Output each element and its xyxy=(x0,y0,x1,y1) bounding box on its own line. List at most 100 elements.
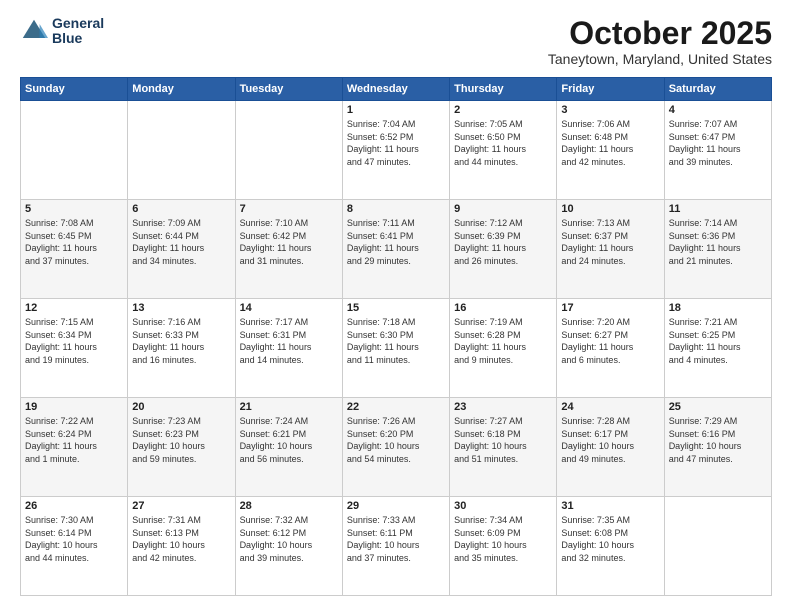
day-info: Sunrise: 7:26 AM Sunset: 6:20 PM Dayligh… xyxy=(347,415,445,465)
calendar-cell: 9Sunrise: 7:12 AM Sunset: 6:39 PM Daylig… xyxy=(450,200,557,299)
day-number: 2 xyxy=(454,104,552,116)
weekday-header-tuesday: Tuesday xyxy=(235,78,342,101)
weekday-header-wednesday: Wednesday xyxy=(342,78,449,101)
day-info: Sunrise: 7:07 AM Sunset: 6:47 PM Dayligh… xyxy=(669,118,767,168)
calendar-cell: 30Sunrise: 7:34 AM Sunset: 6:09 PM Dayli… xyxy=(450,497,557,596)
day-info: Sunrise: 7:18 AM Sunset: 6:30 PM Dayligh… xyxy=(347,316,445,366)
day-info: Sunrise: 7:10 AM Sunset: 6:42 PM Dayligh… xyxy=(240,217,338,267)
day-info: Sunrise: 7:24 AM Sunset: 6:21 PM Dayligh… xyxy=(240,415,338,465)
day-info: Sunrise: 7:31 AM Sunset: 6:13 PM Dayligh… xyxy=(132,514,230,564)
location: Taneytown, Maryland, United States xyxy=(548,51,772,67)
calendar-cell: 8 Sunrise: 7:11 AM Sunset: 6:41 PM Daylig… xyxy=(342,200,449,299)
day-number: 15 xyxy=(347,302,445,314)
week-row-0: 1Sunrise: 7:04 AM Sunset: 6:52 PM Daylig… xyxy=(21,101,772,200)
calendar-header: SundayMondayTuesdayWednesdayThursdayFrid… xyxy=(21,78,772,101)
day-info: Sunrise: 7:33 AM Sunset: 6:11 PM Dayligh… xyxy=(347,514,445,564)
day-info: Sunrise: 7:14 AM Sunset: 6:36 PM Dayligh… xyxy=(669,217,767,267)
day-info: Sunrise: 7:21 AM Sunset: 6:25 PM Dayligh… xyxy=(669,316,767,366)
calendar-cell: 2 Sunrise: 7:05 AM Sunset: 6:50 PM Daylig… xyxy=(450,101,557,200)
day-number: 19 xyxy=(25,401,123,413)
calendar-cell: 20 Sunrise: 7:23 AM Sunset: 6:23 PM Dayli… xyxy=(128,398,235,497)
calendar-cell xyxy=(21,101,128,200)
day-number: 12 xyxy=(25,302,123,314)
calendar-cell: 17 Sunrise: 7:20 AM Sunset: 6:27 PM Dayli… xyxy=(557,299,664,398)
calendar-cell: 28Sunrise: 7:32 AM Sunset: 6:12 PM Dayli… xyxy=(235,497,342,596)
month-title: October 2025 xyxy=(548,16,772,51)
day-number: 4 xyxy=(669,104,767,116)
day-number: 17 xyxy=(561,302,659,314)
day-info: Sunrise: 7:30 AM Sunset: 6:14 PM Dayligh… xyxy=(25,514,123,564)
page: General Blue October 2025 Taneytown, Mar… xyxy=(0,0,792,612)
calendar-cell: 7 Sunrise: 7:10 AM Sunset: 6:42 PM Daylig… xyxy=(235,200,342,299)
day-info: Sunrise: 7:22 AM Sunset: 6:24 PM Dayligh… xyxy=(25,415,123,465)
calendar-body: 1Sunrise: 7:04 AM Sunset: 6:52 PM Daylig… xyxy=(21,101,772,596)
calendar-table: SundayMondayTuesdayWednesdayThursdayFrid… xyxy=(20,77,772,596)
weekday-header-monday: Monday xyxy=(128,78,235,101)
day-info: Sunrise: 7:35 AM Sunset: 6:08 PM Dayligh… xyxy=(561,514,659,564)
calendar-cell: 1Sunrise: 7:04 AM Sunset: 6:52 PM Daylig… xyxy=(342,101,449,200)
day-info: Sunrise: 7:32 AM Sunset: 6:12 PM Dayligh… xyxy=(240,514,338,564)
calendar-cell: 4 Sunrise: 7:07 AM Sunset: 6:47 PM Daylig… xyxy=(664,101,771,200)
calendar-cell: 15 Sunrise: 7:18 AM Sunset: 6:30 PM Dayli… xyxy=(342,299,449,398)
logo-line2: Blue xyxy=(52,31,104,46)
day-number: 24 xyxy=(561,401,659,413)
day-info: Sunrise: 7:27 AM Sunset: 6:18 PM Dayligh… xyxy=(454,415,552,465)
weekday-header-sunday: Sunday xyxy=(21,78,128,101)
calendar-cell: 19 Sunrise: 7:22 AM Sunset: 6:24 PM Dayli… xyxy=(21,398,128,497)
logo-line1: General xyxy=(52,16,104,31)
calendar-cell: 18 Sunrise: 7:21 AM Sunset: 6:25 PM Dayli… xyxy=(664,299,771,398)
calendar-cell: 11 Sunrise: 7:14 AM Sunset: 6:36 PM Dayli… xyxy=(664,200,771,299)
logo-icon xyxy=(20,17,48,45)
day-number: 20 xyxy=(132,401,230,413)
day-number: 22 xyxy=(347,401,445,413)
header: General Blue October 2025 Taneytown, Mar… xyxy=(20,16,772,67)
logo-text: General Blue xyxy=(52,16,104,47)
day-number: 30 xyxy=(454,500,552,512)
day-info: Sunrise: 7:04 AM Sunset: 6:52 PM Dayligh… xyxy=(347,118,445,168)
calendar-cell: 22 Sunrise: 7:26 AM Sunset: 6:20 PM Dayli… xyxy=(342,398,449,497)
day-number: 10 xyxy=(561,203,659,215)
day-info: Sunrise: 7:05 AM Sunset: 6:50 PM Dayligh… xyxy=(454,118,552,168)
calendar-cell: 29 Sunrise: 7:33 AM Sunset: 6:11 PM Dayli… xyxy=(342,497,449,596)
day-info: Sunrise: 7:08 AM Sunset: 6:45 PM Dayligh… xyxy=(25,217,123,267)
day-info: Sunrise: 7:19 AM Sunset: 6:28 PM Dayligh… xyxy=(454,316,552,366)
day-number: 9 xyxy=(454,203,552,215)
day-number: 7 xyxy=(240,203,338,215)
calendar-cell: 31 Sunrise: 7:35 AM Sunset: 6:08 PM Dayli… xyxy=(557,497,664,596)
logo: General Blue xyxy=(20,16,104,47)
calendar-cell: 13Sunrise: 7:16 AM Sunset: 6:33 PM Dayli… xyxy=(128,299,235,398)
day-number: 26 xyxy=(25,500,123,512)
week-row-4: 26 Sunrise: 7:30 AM Sunset: 6:14 PM Dayli… xyxy=(21,497,772,596)
calendar-cell: 14Sunrise: 7:17 AM Sunset: 6:31 PM Dayli… xyxy=(235,299,342,398)
calendar-cell: 25Sunrise: 7:29 AM Sunset: 6:16 PM Dayli… xyxy=(664,398,771,497)
day-number: 5 xyxy=(25,203,123,215)
day-info: Sunrise: 7:20 AM Sunset: 6:27 PM Dayligh… xyxy=(561,316,659,366)
calendar-cell: 5 Sunrise: 7:08 AM Sunset: 6:45 PM Daylig… xyxy=(21,200,128,299)
day-number: 3 xyxy=(561,104,659,116)
day-number: 23 xyxy=(454,401,552,413)
day-info: Sunrise: 7:13 AM Sunset: 6:37 PM Dayligh… xyxy=(561,217,659,267)
day-info: Sunrise: 7:23 AM Sunset: 6:23 PM Dayligh… xyxy=(132,415,230,465)
day-info: Sunrise: 7:15 AM Sunset: 6:34 PM Dayligh… xyxy=(25,316,123,366)
week-row-1: 5 Sunrise: 7:08 AM Sunset: 6:45 PM Daylig… xyxy=(21,200,772,299)
day-number: 31 xyxy=(561,500,659,512)
calendar-cell: 21Sunrise: 7:24 AM Sunset: 6:21 PM Dayli… xyxy=(235,398,342,497)
day-info: Sunrise: 7:16 AM Sunset: 6:33 PM Dayligh… xyxy=(132,316,230,366)
day-number: 14 xyxy=(240,302,338,314)
weekday-row: SundayMondayTuesdayWednesdayThursdayFrid… xyxy=(21,78,772,101)
day-number: 11 xyxy=(669,203,767,215)
day-number: 29 xyxy=(347,500,445,512)
weekday-header-thursday: Thursday xyxy=(450,78,557,101)
calendar-cell: 6Sunrise: 7:09 AM Sunset: 6:44 PM Daylig… xyxy=(128,200,235,299)
calendar-cell xyxy=(235,101,342,200)
day-number: 8 xyxy=(347,203,445,215)
calendar-cell: 24Sunrise: 7:28 AM Sunset: 6:17 PM Dayli… xyxy=(557,398,664,497)
calendar-cell: 27 Sunrise: 7:31 AM Sunset: 6:13 PM Dayli… xyxy=(128,497,235,596)
calendar-cell: 3Sunrise: 7:06 AM Sunset: 6:48 PM Daylig… xyxy=(557,101,664,200)
title-area: October 2025 Taneytown, Maryland, United… xyxy=(548,16,772,67)
calendar-cell: 23 Sunrise: 7:27 AM Sunset: 6:18 PM Dayli… xyxy=(450,398,557,497)
day-info: Sunrise: 7:11 AM Sunset: 6:41 PM Dayligh… xyxy=(347,217,445,267)
day-number: 18 xyxy=(669,302,767,314)
calendar-cell: 26 Sunrise: 7:30 AM Sunset: 6:14 PM Dayli… xyxy=(21,497,128,596)
day-number: 27 xyxy=(132,500,230,512)
